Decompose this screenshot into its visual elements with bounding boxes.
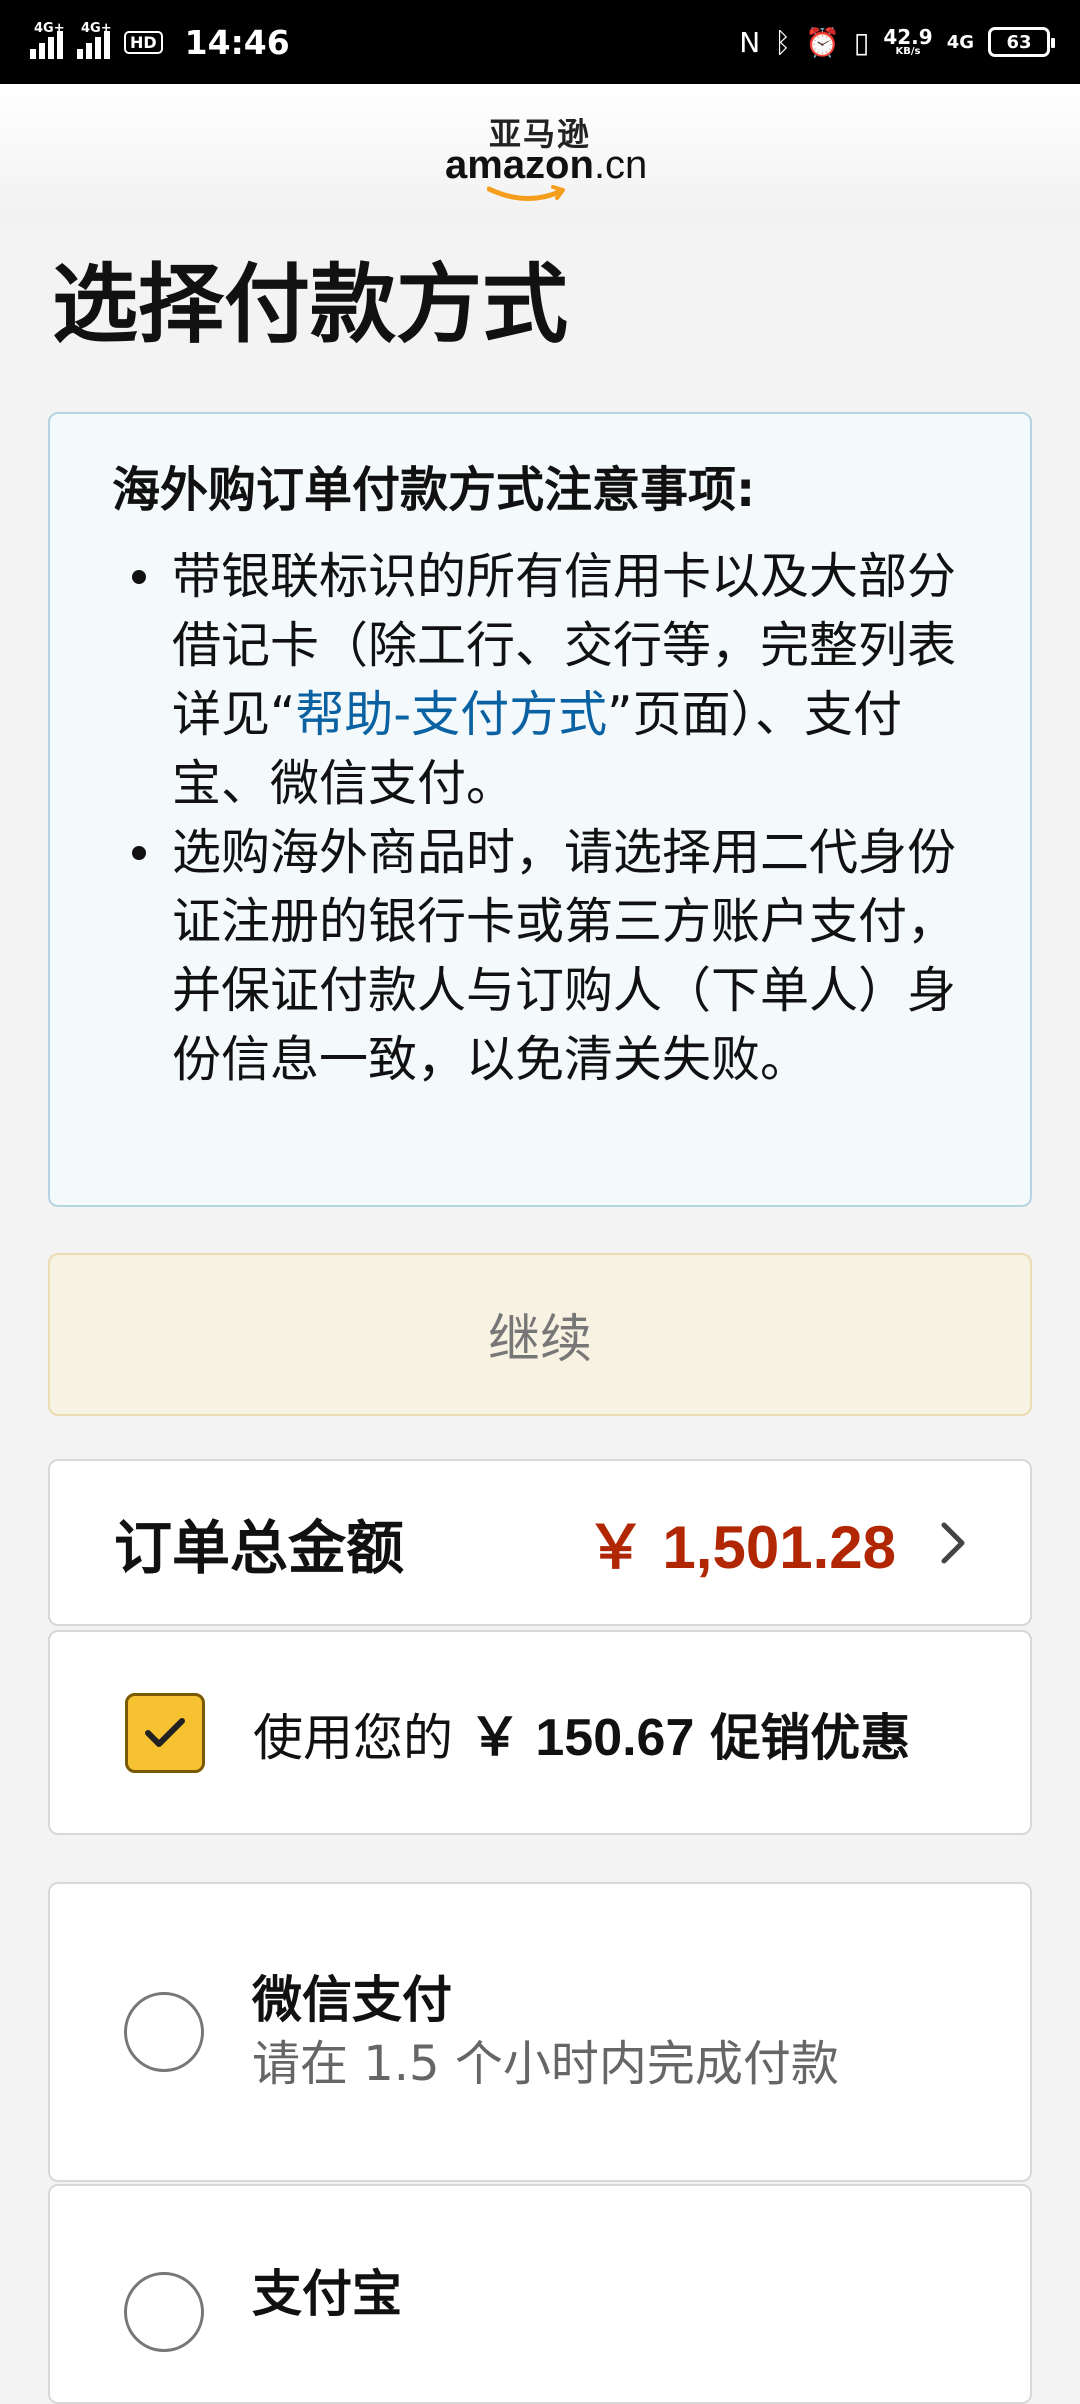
- payment-name: 支付宝: [252, 2265, 402, 2323]
- amazon-smile-icon: [487, 185, 565, 202]
- network-speed: 42.9 KB/s: [883, 25, 933, 57]
- radio-wechat[interactable]: [124, 1992, 204, 2072]
- promo-checkbox[interactable]: [125, 1692, 205, 1773]
- nfc-icon: N: [739, 25, 761, 59]
- network-type: 4G: [946, 31, 974, 53]
- radio-alipay[interactable]: [124, 2272, 204, 2352]
- status-bar: 4G+ 4G+ HD 14:46 N ᛒ ⏰ ▯ 42.9 KB/s 4G 63: [0, 0, 1080, 84]
- clock: 14:46: [184, 22, 290, 62]
- check-icon: [145, 1717, 185, 1747]
- signal-icon-2: 4G+: [77, 21, 112, 59]
- vibrate-icon: ▯: [853, 25, 870, 59]
- order-total-label: 订单总金额: [114, 1513, 405, 1582]
- alarm-icon: ⏰: [805, 25, 840, 59]
- signal-icon: 4G+: [30, 21, 65, 59]
- order-total-amount: ￥ 1,501.28: [585, 1514, 896, 1581]
- amazon-cn-logo[interactable]: 亚马逊 amazon.cn: [445, 103, 647, 203]
- hd-voice-icon: HD: [124, 30, 163, 54]
- payment-option-alipay[interactable]: 支付宝: [48, 2184, 1032, 2404]
- notice-item: 带银联标识的所有信用卡以及大部分借记卡（除工行、交行等，完整列表详见“帮助-支付…: [112, 542, 970, 818]
- chevron-right-icon: [941, 1522, 965, 1563]
- continue-button[interactable]: 继续: [48, 1253, 1032, 1416]
- order-total-row[interactable]: 订单总金额 ￥ 1,501.28: [48, 1459, 1032, 1626]
- promo-label: 使用您的 ￥ 150.67 促销优惠: [253, 1709, 911, 1767]
- payment-notice-box: 海外购订单付款方式注意事项: 带银联标识的所有信用卡以及大部分借记卡（除工行、交…: [48, 412, 1032, 1207]
- notice-item: 选购海外商品时，请选择用二代身份证注册的银行卡或第三方账户支付，并保证付款人与订…: [112, 818, 970, 1094]
- page-title: 选择付款方式: [52, 255, 568, 355]
- help-payment-methods-link[interactable]: 帮助-支付方式: [295, 686, 607, 743]
- payment-name: 微信支付: [252, 1971, 452, 2030]
- promo-amount: ￥ 150.67: [468, 1709, 695, 1767]
- battery-level: 63: [1006, 31, 1032, 53]
- notice-title: 海外购订单付款方式注意事项:: [112, 462, 756, 518]
- battery-icon: 63: [988, 27, 1055, 57]
- promo-row: 使用您的 ￥ 150.67 促销优惠: [48, 1630, 1032, 1835]
- bluetooth-icon: ᛒ: [774, 25, 792, 59]
- payment-option-wechat[interactable]: 微信支付 请在 1.5 个小时内完成付款: [48, 1882, 1032, 2182]
- site-header: 亚马逊 amazon.cn: [0, 84, 1080, 222]
- payment-note: 请在 1.5 个小时内完成付款: [252, 2036, 839, 2093]
- notice-list: 带银联标识的所有信用卡以及大部分借记卡（除工行、交行等，完整列表详见“帮助-支付…: [112, 542, 970, 1094]
